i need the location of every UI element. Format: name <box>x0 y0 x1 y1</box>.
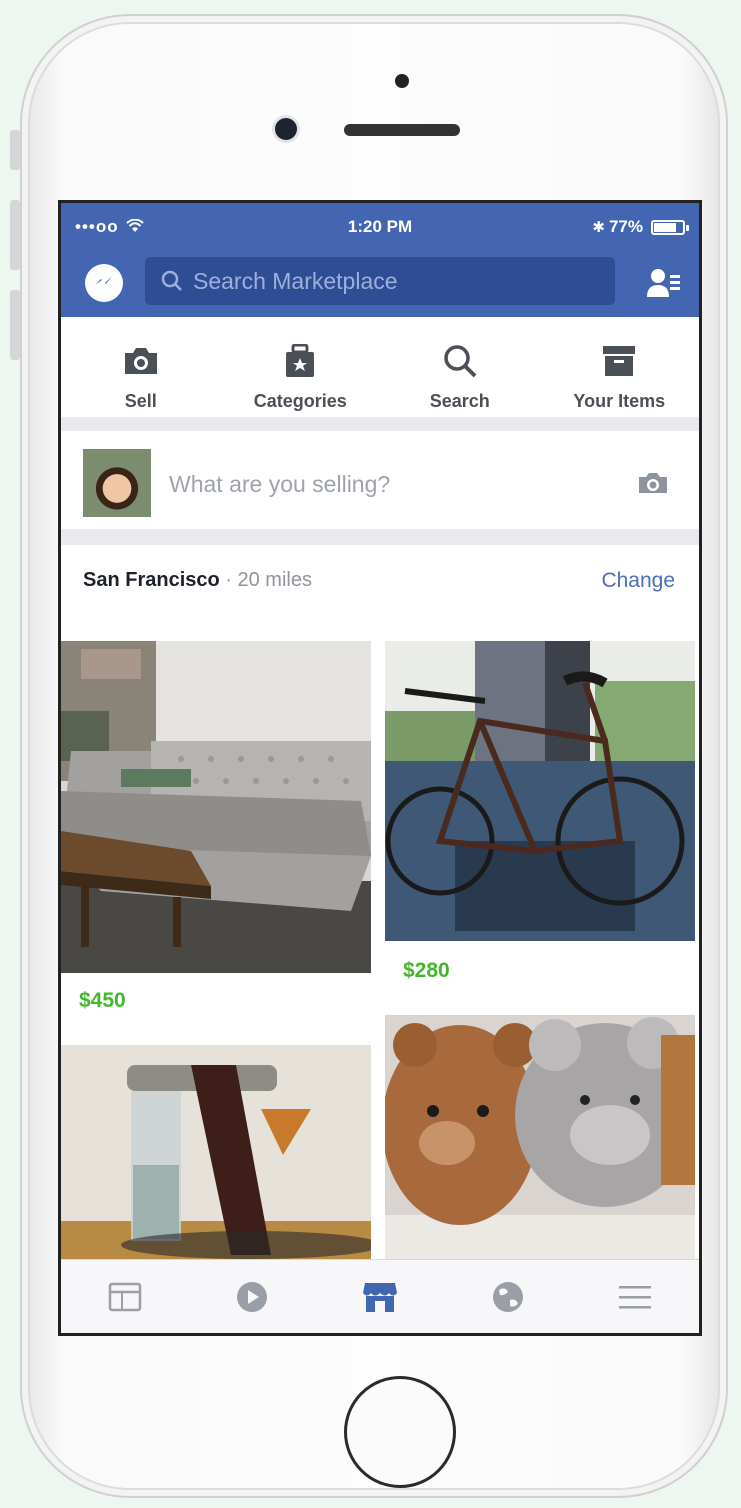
news-feed-icon <box>108 1282 142 1311</box>
change-location-link[interactable]: Change <box>601 569 675 593</box>
volume-down-button <box>10 290 20 360</box>
friend-requests-icon[interactable] <box>647 267 681 304</box>
tab-notifications[interactable] <box>444 1260 572 1333</box>
tab-news-feed[interactable] <box>61 1260 189 1333</box>
listing-price: $280 <box>403 959 450 982</box>
listing-card[interactable] <box>61 1045 371 1265</box>
listing-photo <box>61 1045 371 1265</box>
search-label: Search <box>429 391 490 411</box>
listing-card[interactable]: $280 <box>385 641 695 1001</box>
listing-price: $450 <box>79 989 126 1012</box>
home-button[interactable] <box>344 1376 456 1488</box>
proximity-sensor <box>395 74 409 88</box>
location-label: San Francisco · 20 miles <box>83 569 312 592</box>
avatar <box>83 449 151 517</box>
city-name: San Francisco <box>83 569 220 591</box>
search-icon <box>443 343 477 379</box>
bluetooth-icon: ✱ <box>592 219 605 236</box>
listing-card[interactable]: $450 <box>61 641 371 1031</box>
play-icon <box>237 1281 268 1312</box>
hamburger-icon <box>619 1285 652 1308</box>
sell-composer[interactable]: What are you selling? <box>61 431 699 545</box>
search-bar[interactable] <box>145 257 615 305</box>
your-items-action[interactable]: Your Items <box>540 317 700 417</box>
messenger-icon[interactable] <box>85 264 123 302</box>
marketplace-actions: Sell Categories Search Your Items <box>61 317 699 431</box>
camera-icon <box>122 343 160 379</box>
shop-icon <box>362 1282 397 1312</box>
listing-photo <box>385 1015 695 1265</box>
status-bar: •••oo 1:20 PM ✱ 77% <box>61 203 699 251</box>
listing-card[interactable] <box>385 1015 695 1265</box>
listings-grid: $450 $280 <box>61 641 699 1265</box>
app-screen: •••oo 1:20 PM ✱ 77% Search Marketplace S… <box>58 200 702 1336</box>
composer-prompt: What are you selling? <box>169 471 391 497</box>
search-action[interactable]: Search <box>380 317 540 417</box>
sell-label: Sell <box>124 391 157 411</box>
your-items-label: Your Items <box>573 391 666 411</box>
listing-photo <box>385 641 695 941</box>
search-input[interactable] <box>193 267 573 295</box>
bottom-tab-bar <box>61 1259 699 1333</box>
front-camera <box>275 118 297 140</box>
battery-icon <box>651 220 689 235</box>
tab-video[interactable] <box>189 1260 317 1333</box>
tag-bag-icon <box>284 343 316 379</box>
earpiece-speaker <box>344 124 460 136</box>
location-row: San Francisco · 20 miles Change <box>61 545 699 613</box>
tab-menu[interactable] <box>571 1260 699 1333</box>
battery-percentage: ✱ 77% <box>592 217 643 236</box>
listing-photo <box>61 641 371 973</box>
archive-box-icon <box>602 343 636 379</box>
camera-icon[interactable] <box>637 471 669 500</box>
globe-icon <box>492 1281 523 1312</box>
top-navigation-bar <box>61 251 699 317</box>
search-radius: · 20 miles <box>219 569 312 591</box>
categories-action[interactable]: Categories <box>221 317 381 417</box>
volume-up-button <box>10 200 20 270</box>
tab-marketplace[interactable] <box>316 1260 444 1333</box>
categories-label: Categories <box>253 391 347 411</box>
mute-switch <box>10 130 20 170</box>
search-icon <box>161 270 183 292</box>
sell-action[interactable]: Sell <box>61 317 221 417</box>
